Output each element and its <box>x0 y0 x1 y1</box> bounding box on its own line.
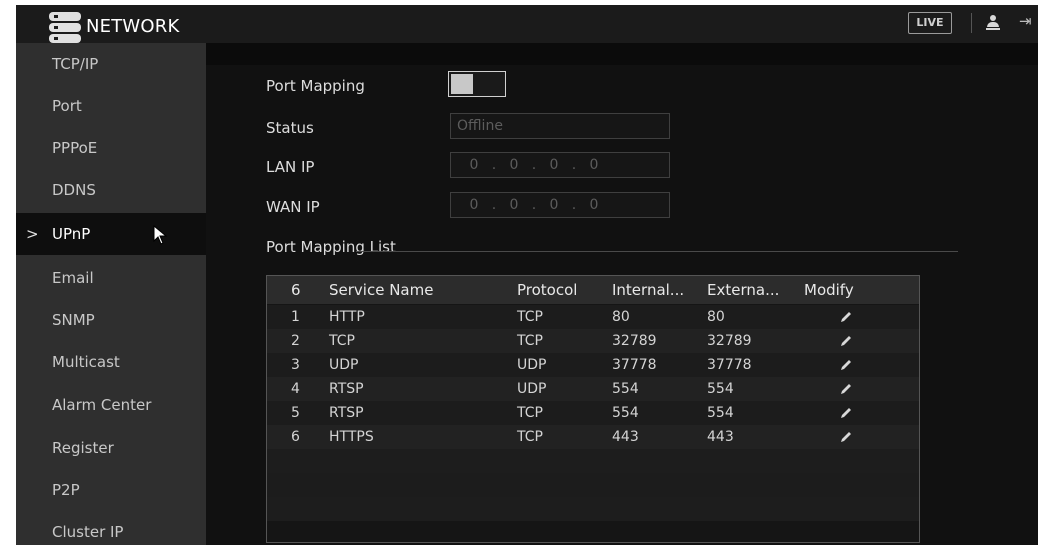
lan-ip-label: LAN IP <box>266 158 315 176</box>
sidebar-item-pppoe[interactable]: PPPoE <box>16 127 206 169</box>
sidebar-item-upnp[interactable]: > UPnP <box>16 213 206 255</box>
header-protocol[interactable]: Protocol <box>517 276 577 304</box>
table-row-empty <box>267 497 919 521</box>
table-row[interactable]: 3 UDP UDP 37778 37778 <box>267 353 919 377</box>
table-row[interactable]: 2 TCP TCP 32789 32789 <box>267 329 919 353</box>
wan-ip-label: WAN IP <box>266 198 320 216</box>
port-mapping-toggle[interactable] <box>448 71 506 97</box>
wan-ip-field: 0.0.0.0 <box>450 192 670 218</box>
pencil-icon[interactable] <box>840 359 852 371</box>
port-mapping-table: 6 Service Name Protocol Internal... Exte… <box>266 275 920 543</box>
pencil-icon[interactable] <box>840 311 852 323</box>
mouse-cursor-icon <box>153 225 168 245</box>
sidebar-item-label: DDNS <box>52 181 96 199</box>
toggle-knob <box>451 74 473 94</box>
sidebar-item-port[interactable]: Port <box>16 85 206 127</box>
sidebar-item-label: Alarm Center <box>52 396 152 414</box>
pencil-icon[interactable] <box>840 383 852 395</box>
pencil-icon[interactable] <box>840 407 852 419</box>
toolbar-divider <box>971 13 972 33</box>
sidebar-item-label: TCP/IP <box>52 55 99 73</box>
sidebar-item-alarm-center[interactable]: Alarm Center <box>16 384 206 426</box>
header-modify: Modify <box>804 281 854 299</box>
pencil-icon[interactable] <box>840 335 852 347</box>
sidebar-item-label: PPPoE <box>52 139 98 157</box>
sidebar-item-tcp-ip[interactable]: TCP/IP <box>16 43 206 85</box>
sidebar-item-label: Port <box>52 97 82 115</box>
sidebar-item-ddns[interactable]: DDNS <box>16 169 206 211</box>
chevron-right-icon: > <box>26 225 39 243</box>
sidebar-item-label: P2P <box>52 481 80 499</box>
page-title: NETWORK <box>86 16 180 37</box>
user-icon[interactable] <box>986 14 1000 30</box>
table-row-empty <box>267 473 919 497</box>
section-divider <box>356 251 958 252</box>
sidebar-item-cluster-ip[interactable]: Cluster IP <box>16 511 206 545</box>
network-icon <box>45 11 81 45</box>
sidebar-item-label: Multicast <box>52 353 120 371</box>
header-internal-port[interactable]: Internal... <box>612 276 684 304</box>
sidebar-item-multicast[interactable]: Multicast <box>16 341 206 383</box>
sidebar-item-label: Register <box>52 439 114 457</box>
sidebar-item-register[interactable]: Register <box>16 427 206 469</box>
sidebar: TCP/IP Port PPPoE DDNS > UPnP Email SNMP… <box>16 43 206 545</box>
sidebar-item-label: Cluster IP <box>52 523 124 541</box>
pencil-icon[interactable] <box>840 431 852 443</box>
top-bar: NETWORK LIVE ⇥ <box>16 5 1038 43</box>
live-button[interactable]: LIVE <box>908 12 952 34</box>
header-service-name[interactable]: Service Name <box>329 276 433 304</box>
logout-icon[interactable]: ⇥ <box>1019 12 1032 30</box>
status-label: Status <box>266 119 314 137</box>
sidebar-item-label: Email <box>52 269 94 287</box>
header-count: 6 <box>291 281 301 299</box>
sidebar-item-label: UPnP <box>52 225 91 243</box>
port-mapping-label: Port Mapping <box>266 77 365 95</box>
sidebar-item-label: SNMP <box>52 311 95 329</box>
sidebar-item-email[interactable]: Email <box>16 257 206 299</box>
table-header: 6 Service Name Protocol Internal... Exte… <box>267 276 919 304</box>
port-mapping-list-title: Port Mapping List <box>266 238 396 256</box>
sidebar-item-snmp[interactable]: SNMP <box>16 299 206 341</box>
table-row[interactable]: 1 HTTP TCP 80 80 <box>267 305 919 329</box>
status-field: Offline <box>450 113 670 139</box>
table-row[interactable]: 6 HTTPS TCP 443 443 <box>267 425 919 449</box>
sidebar-item-p2p[interactable]: P2P <box>16 469 206 511</box>
table-row-empty <box>267 449 919 473</box>
header-external-port[interactable]: Externa... <box>707 276 779 304</box>
lan-ip-field: 0.0.0.0 <box>450 152 670 178</box>
upnp-settings-panel: Port Mapping Status Offline LAN IP 0.0.0… <box>206 43 1038 545</box>
table-row[interactable]: 4 RTSP UDP 554 554 <box>267 377 919 401</box>
table-row[interactable]: 5 RTSP TCP 554 554 <box>267 401 919 425</box>
